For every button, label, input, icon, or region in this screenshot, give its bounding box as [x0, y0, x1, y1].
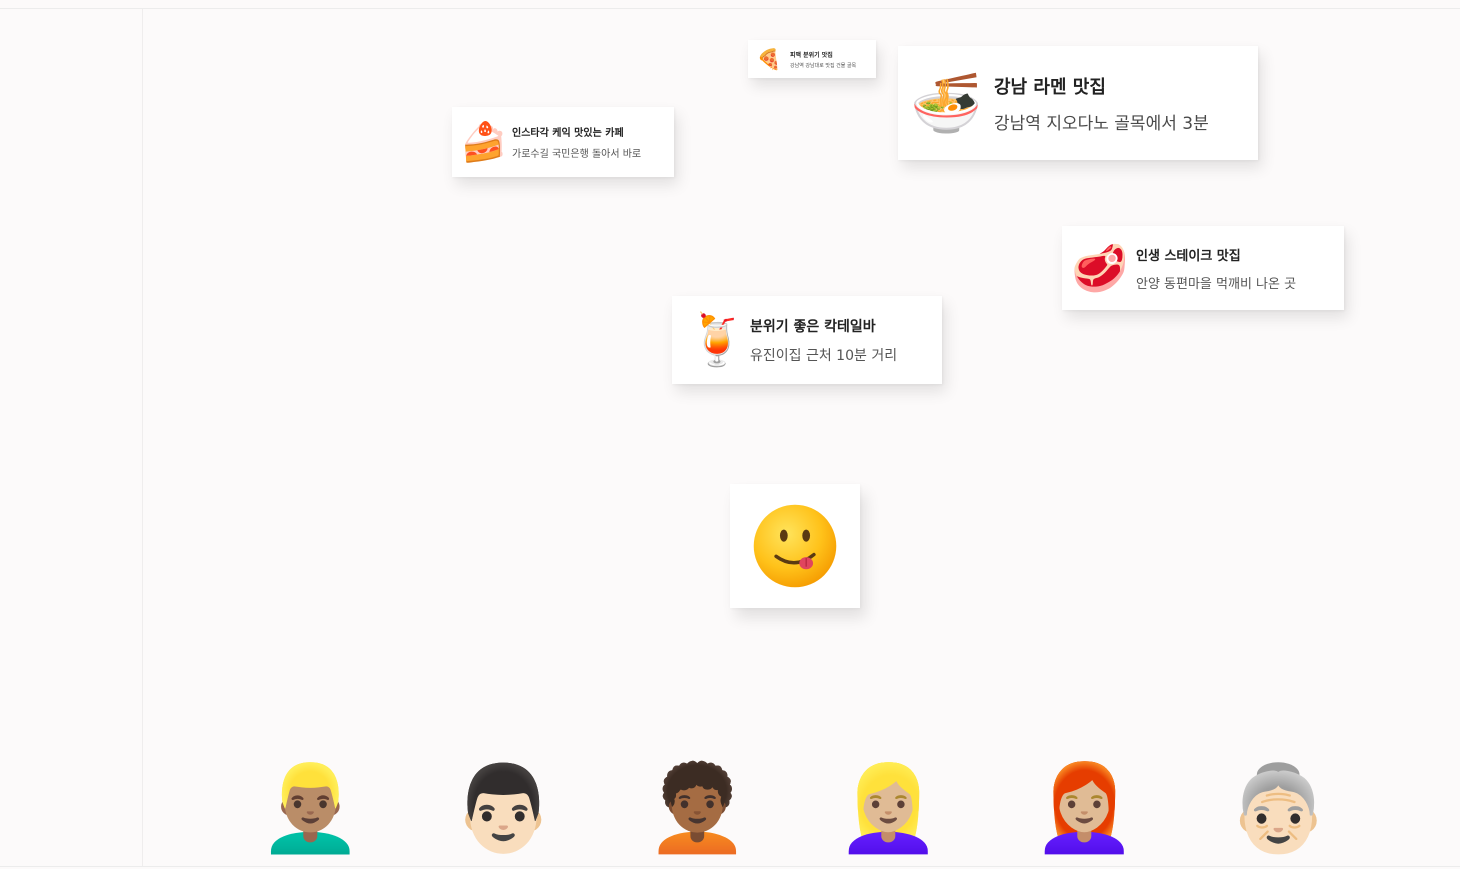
curly-hair-person-avatar-icon[interactable]: 🧑🏾‍🦱 — [645, 756, 750, 860]
card-subtitle: 유진이집 근처 10분 거리 — [750, 347, 898, 364]
card-title: 강남 라멘 맛집 — [994, 76, 1106, 98]
card-text: 인생 스테이크 맛집 안양 동편마을 먹깨비 나온 곳 — [1136, 245, 1296, 292]
cake-icon: 🍰 — [460, 120, 508, 164]
blond-woman-avatar-icon[interactable]: 👱🏼‍♀️ — [836, 756, 941, 860]
center-face-card[interactable] — [730, 484, 860, 608]
grandmother-avatar-icon[interactable]: 👵🏻 — [1226, 756, 1331, 860]
card-title: 피맥 분위기 맛집 — [790, 51, 833, 59]
card-subtitle: 가로수길 국민은행 돌아서 바로 — [512, 149, 642, 160]
steak-icon: 🥩 — [1071, 241, 1129, 295]
card-text: 피맥 분위기 맛집 강남역 강남대로 맛집 건물 골목 — [790, 50, 856, 69]
place-card-cake[interactable]: 🍰 인스타각 케익 맛있는 카페 가로수길 국민은행 돌아서 바로 — [452, 107, 674, 177]
card-subtitle: 강남역 지오다노 골목에서 3분 — [994, 113, 1209, 134]
card-text: 인스타각 케익 맛있는 카페 가로수길 국민은행 돌아서 바로 — [512, 124, 641, 160]
card-text: 분위기 좋은 칵테일바 유진이집 근처 10분 거리 — [750, 316, 897, 365]
card-subtitle: 강남역 강남대로 맛집 건물 골목 — [790, 62, 857, 69]
cocktail-icon: 🍹 — [686, 311, 749, 369]
top-divider — [0, 8, 1460, 9]
people-row: 👱🏽‍♂️ 👨🏻 🧑🏾‍🦱 👱🏼‍♀️ 👩🏼‍🦰 👵🏻 — [0, 756, 1460, 866]
place-card-ramen[interactable]: 🍜 강남 라멘 맛집 강남역 지오다노 골목에서 3분 — [898, 46, 1258, 160]
blond-man-avatar-icon[interactable]: 👱🏽‍♂️ — [258, 756, 363, 860]
canvas: 🍕 피맥 분위기 맛집 강남역 강남대로 맛집 건물 골목 🍜 강남 라멘 맛집… — [0, 0, 1460, 869]
place-card-steak[interactable]: 🥩 인생 스테이크 맛집 안양 동편마을 먹깨비 나온 곳 — [1062, 226, 1344, 310]
card-text: 강남 라멘 맛집 강남역 지오다노 골목에서 3분 — [994, 73, 1209, 134]
place-card-pizza[interactable]: 🍕 피맥 분위기 맛집 강남역 강남대로 맛집 건물 골목 — [748, 40, 876, 78]
red-hair-woman-avatar-icon[interactable]: 👩🏼‍🦰 — [1032, 756, 1137, 860]
pizza-icon: 🍕 — [756, 47, 782, 71]
card-title: 인스타각 케익 맛있는 카페 — [512, 128, 624, 139]
place-card-cocktail[interactable]: 🍹 분위기 좋은 칵테일바 유진이집 근처 10분 거리 — [672, 296, 942, 384]
bottom-divider — [0, 866, 1460, 867]
left-divider — [142, 9, 143, 866]
card-title: 인생 스테이크 맛집 — [1136, 248, 1241, 264]
card-subtitle: 안양 동편마을 먹깨비 나온 곳 — [1136, 276, 1297, 292]
ramen-bowl-icon: 🍜 — [910, 69, 983, 137]
yum-face-icon — [753, 504, 837, 588]
man-mustache-avatar-icon[interactable]: 👨🏻 — [451, 756, 556, 860]
card-title: 분위기 좋은 칵테일바 — [750, 318, 876, 335]
